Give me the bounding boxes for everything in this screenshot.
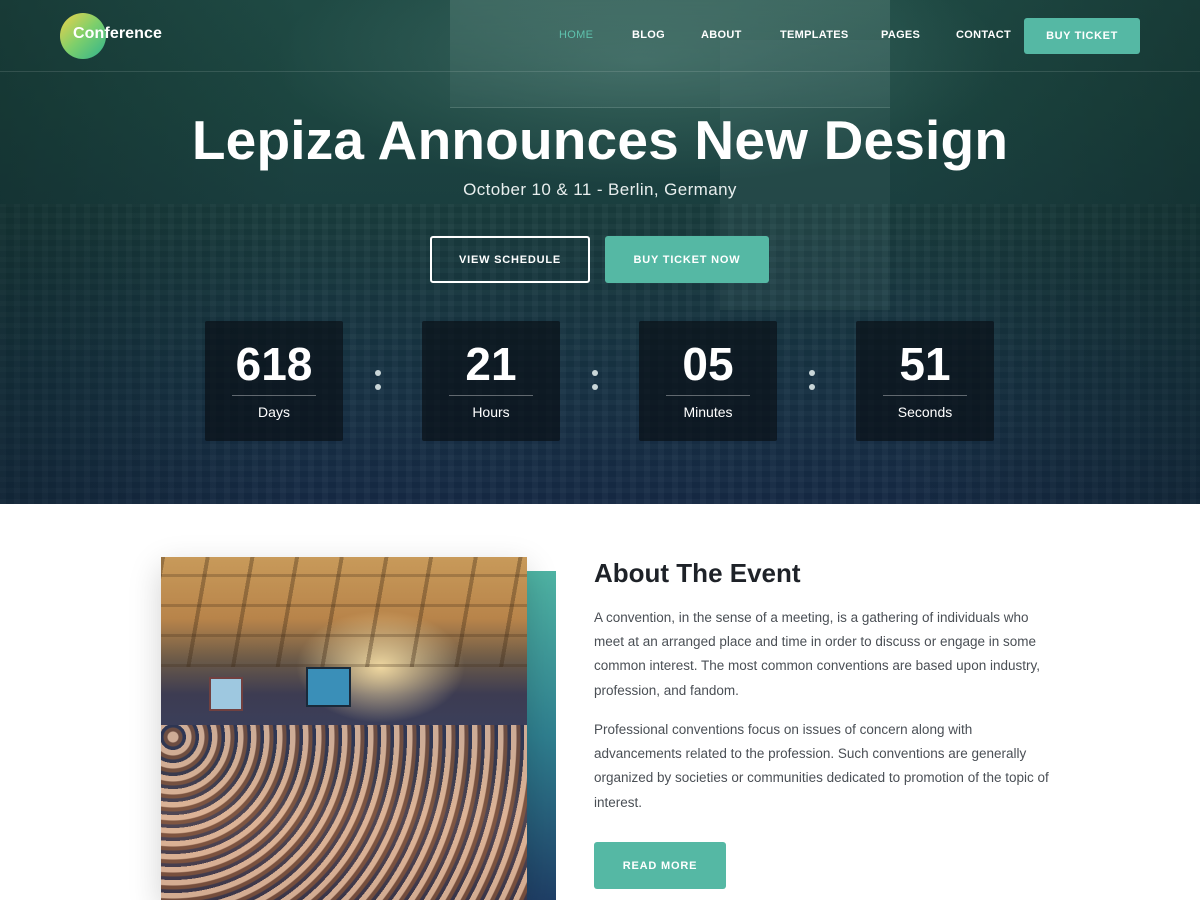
nav-item-blog[interactable]: BLOG xyxy=(632,29,665,41)
view-schedule-button[interactable]: VIEW SCHEDULE xyxy=(430,236,590,283)
about-title: About The Event xyxy=(594,558,801,588)
nav-item-templates[interactable]: TEMPLATES xyxy=(780,29,849,41)
countdown-separator xyxy=(375,370,381,392)
photo-accent-bar xyxy=(526,571,556,900)
photo-banner xyxy=(209,677,243,711)
countdown-divider xyxy=(232,395,316,396)
read-more-button[interactable]: READ MORE xyxy=(594,842,726,889)
countdown-separator xyxy=(809,370,815,392)
hero-subtitle: October 10 & 11 - Berlin, Germany xyxy=(463,180,737,199)
countdown-seconds: 51 Seconds xyxy=(856,321,994,441)
logo-text: Conference xyxy=(73,25,163,42)
countdown-days: 618 Days xyxy=(205,321,343,441)
countdown-hours: 21 Hours xyxy=(422,321,560,441)
site-logo[interactable]: Conference xyxy=(60,13,162,59)
countdown-separator xyxy=(592,370,598,392)
buy-ticket-button[interactable]: BUY TICKET xyxy=(1024,18,1140,54)
hero-section: Conference HOME BLOG ABOUT TEMPLATES PAG… xyxy=(0,0,1200,504)
countdown-days-value: 618 xyxy=(235,338,313,390)
countdown-divider xyxy=(449,395,533,396)
countdown-days-label: Days xyxy=(258,404,290,420)
countdown-seconds-label: Seconds xyxy=(897,404,953,420)
countdown-minutes-label: Minutes xyxy=(683,404,733,420)
about-paragraph-2: Professional conventions focus on issues… xyxy=(594,722,1049,810)
countdown-divider xyxy=(666,395,750,396)
about-paragraph-1: A convention, in the sense of a meeting,… xyxy=(594,610,1040,698)
photo-audience xyxy=(161,725,527,900)
countdown-seconds-value: 51 xyxy=(899,338,951,390)
buy-ticket-now-button[interactable]: BUY TICKET NOW xyxy=(605,236,769,283)
event-photo xyxy=(161,557,527,900)
hero-vignette xyxy=(0,0,1200,504)
nav-item-contact[interactable]: CONTACT xyxy=(956,29,1011,41)
nav-item-home[interactable]: HOME xyxy=(559,29,593,41)
countdown-minutes: 05 Minutes xyxy=(639,321,777,441)
photo-projection-screen xyxy=(306,667,351,707)
countdown-hours-label: Hours xyxy=(472,404,510,420)
nav-item-pages[interactable]: PAGES xyxy=(881,29,920,41)
countdown-hours-value: 21 xyxy=(465,338,517,390)
photo-ceiling xyxy=(161,557,527,667)
countdown-minutes-value: 05 xyxy=(682,338,734,390)
countdown-divider xyxy=(883,395,967,396)
hero-title: Lepiza Announces New Design xyxy=(191,109,1009,171)
site-header: Conference HOME BLOG ABOUT TEMPLATES PAG… xyxy=(0,0,1200,72)
nav-item-about[interactable]: ABOUT xyxy=(701,29,742,41)
